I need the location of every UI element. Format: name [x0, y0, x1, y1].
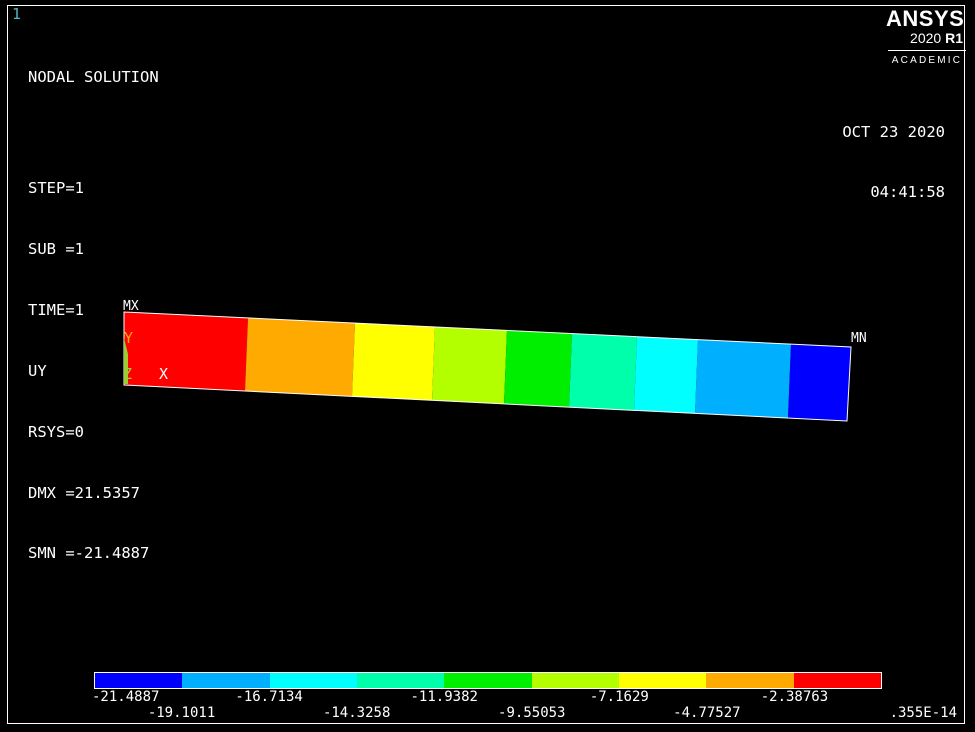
legend-value-label: -7.1629	[589, 689, 649, 705]
legend-value-label: -14.3258	[322, 705, 391, 721]
legend-value-label: -19.1011	[147, 705, 216, 721]
axis-y-label: Y	[124, 329, 134, 347]
contour-band	[432, 326, 507, 404]
legend-swatch	[793, 673, 881, 688]
contour-legend-bar	[94, 672, 882, 689]
legend-swatch	[356, 673, 445, 688]
contour-band	[695, 339, 791, 419]
contour-band	[245, 317, 355, 397]
axis-x-label: X	[159, 365, 169, 383]
legend-value-label: -9.55053	[498, 705, 566, 721]
beam-contour-plot	[123, 311, 852, 422]
legend-swatch	[531, 673, 619, 688]
legend-swatch	[706, 673, 794, 688]
legend-value-label: -2.38763	[760, 689, 829, 705]
mx-label: MX	[123, 299, 139, 314]
legend-swatch	[182, 673, 270, 688]
contour-band	[634, 336, 698, 414]
contour-band	[788, 344, 851, 421]
contour-band	[352, 323, 435, 401]
legend-swatch	[95, 673, 183, 688]
legend-value-label: -21.4887	[92, 689, 160, 705]
legend-value-label: -4.77527	[673, 705, 741, 721]
contour-band	[124, 312, 248, 392]
legend-swatch	[444, 673, 532, 688]
mn-label: MN	[851, 331, 867, 346]
legend-value-label: -16.7134	[235, 689, 303, 705]
legend-value-label: -11.9382	[410, 689, 478, 705]
legend-swatch	[269, 673, 357, 688]
contour-band	[504, 330, 572, 408]
legend-value-label: .355E-14	[889, 705, 957, 721]
contour-band	[569, 333, 637, 411]
legend-swatch	[618, 673, 707, 688]
axis-z-label: Z	[123, 365, 133, 383]
